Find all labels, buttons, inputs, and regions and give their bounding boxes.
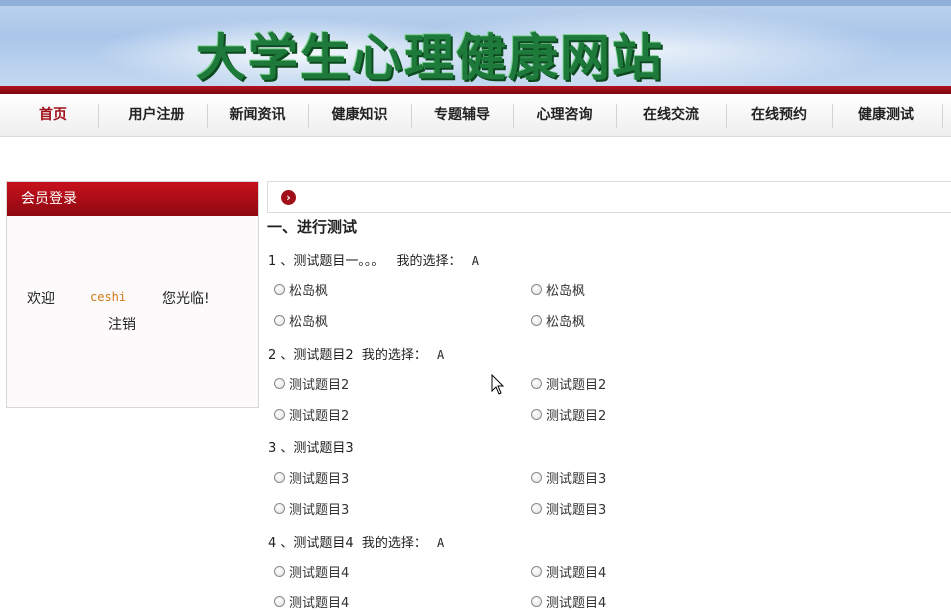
nav-item-register[interactable]: 用户注册 <box>106 94 207 136</box>
nav-item-health-test[interactable]: 健康测试 <box>832 94 940 136</box>
radio-button[interactable] <box>274 596 285 607</box>
nav-divider <box>942 104 943 128</box>
nav-item-health-knowledge[interactable]: 健康知识 <box>308 94 411 136</box>
option-label: 松岛枫 <box>546 284 586 299</box>
nav-item-news[interactable]: 新闻资讯 <box>207 94 308 136</box>
option-radio[interactable]: 测试题目3 <box>531 499 606 518</box>
member-login-panel: 会员登录 欢迎 ceshi 您光临! 注销 <box>6 181 259 408</box>
option-radio[interactable]: 松岛枫 <box>531 280 585 299</box>
username-link[interactable]: ceshi <box>90 290 126 304</box>
my-choice-value: A <box>436 536 445 550</box>
question-label: 1 、测试题目一。。。 <box>268 254 385 269</box>
option-label: 测试题目3 <box>289 503 350 518</box>
question-3: 3 、测试题目3 <box>268 437 354 456</box>
option-radio[interactable]: 测试题目2 <box>531 405 606 424</box>
option-label: 测试题目3 <box>289 472 350 487</box>
radio-button[interactable] <box>531 472 542 483</box>
my-choice-value: A <box>436 348 445 362</box>
radio-button[interactable] <box>531 409 542 420</box>
nav-item-online-chat[interactable]: 在线交流 <box>616 94 726 136</box>
option-label: 测试题目4 <box>289 566 350 581</box>
option-radio[interactable]: 测试题目2 <box>531 374 606 393</box>
banner-top-strip <box>0 0 951 6</box>
radio-button[interactable] <box>274 566 285 577</box>
option-label: 测试题目3 <box>546 503 607 518</box>
option-label: 测试题目2 <box>546 409 607 424</box>
option-radio[interactable]: 测试题目3 <box>531 468 606 487</box>
question-1: 1 、测试题目一。。。 我的选择： A <box>268 250 479 269</box>
option-radio[interactable]: 测试题目4 <box>274 592 349 611</box>
site-banner: 大学生心理健康网站 <box>0 0 951 92</box>
site-title: 大学生心理健康网站 <box>196 29 664 87</box>
radio-button[interactable] <box>531 503 542 514</box>
mouse-pointer-icon <box>491 373 505 400</box>
my-choice-label: 我的选择： <box>396 254 462 269</box>
my-choice-value: A <box>471 254 479 268</box>
option-radio[interactable]: 松岛枫 <box>274 280 328 299</box>
question-label: 4 、测试题目4 <box>268 536 354 551</box>
my-choice-label: 我的选择： <box>361 348 427 363</box>
option-label: 松岛枫 <box>289 315 329 330</box>
radio-button[interactable] <box>274 284 285 295</box>
nav-item-psych-consult[interactable]: 心理咨询 <box>513 94 616 136</box>
radio-button[interactable] <box>531 315 542 326</box>
radio-button[interactable] <box>531 378 542 389</box>
radio-button[interactable] <box>274 409 285 420</box>
nav-divider <box>98 104 99 128</box>
nav-item-online-booking[interactable]: 在线预约 <box>726 94 832 136</box>
radio-button[interactable] <box>274 503 285 514</box>
nav-item-topic-counseling[interactable]: 专题辅导 <box>411 94 513 136</box>
radio-button[interactable] <box>531 596 542 607</box>
radio-button[interactable] <box>274 315 285 326</box>
option-label: 测试题目3 <box>546 472 607 487</box>
option-radio[interactable]: 测试题目4 <box>531 562 606 581</box>
main-nav: 首页 用户注册 新闻资讯 健康知识 专题辅导 心理咨询 在线交流 在线预约 健康… <box>0 94 951 137</box>
radio-button[interactable] <box>274 472 285 483</box>
option-radio[interactable]: 测试题目4 <box>274 562 349 581</box>
option-radio[interactable]: 测试题目2 <box>274 374 349 393</box>
option-radio[interactable]: 测试题目2 <box>274 405 349 424</box>
nav-item-home[interactable]: 首页 <box>0 94 106 136</box>
option-label: 测试题目2 <box>289 409 350 424</box>
login-panel-header: 会员登录 <box>7 182 258 216</box>
option-label: 测试题目4 <box>546 566 607 581</box>
question-4: 4 、测试题目4 我的选择： A <box>268 532 444 551</box>
option-label: 测试题目2 <box>546 378 607 393</box>
logout-link[interactable]: 注销 <box>108 314 136 334</box>
radio-button[interactable] <box>274 378 285 389</box>
question-label: 2 、测试题目2 <box>268 348 354 363</box>
option-label: 测试题目2 <box>289 378 350 393</box>
option-label: 测试题目4 <box>289 596 350 611</box>
chevron-right-circle-icon: › <box>281 190 296 205</box>
my-choice-label: 我的选择： <box>361 536 427 551</box>
content-header-bar: › <box>267 181 951 213</box>
option-radio[interactable]: 松岛枫 <box>531 311 585 330</box>
question-2: 2 、测试题目2 我的选择： A <box>268 344 444 363</box>
radio-button[interactable] <box>531 566 542 577</box>
option-label: 松岛枫 <box>289 284 329 299</box>
greeting-text: 您光临! <box>162 291 210 307</box>
section-title: 一、进行测试 <box>267 218 358 236</box>
radio-button[interactable] <box>531 284 542 295</box>
question-label: 3 、测试题目3 <box>268 441 354 456</box>
option-label: 松岛枫 <box>546 315 586 330</box>
banner-divider <box>0 86 951 94</box>
option-radio[interactable]: 测试题目4 <box>531 592 606 611</box>
welcome-text: 欢迎 <box>27 291 55 307</box>
option-label: 测试题目4 <box>546 596 607 611</box>
option-radio[interactable]: 松岛枫 <box>274 311 328 330</box>
option-radio[interactable]: 测试题目3 <box>274 468 349 487</box>
option-radio[interactable]: 测试题目3 <box>274 499 349 518</box>
